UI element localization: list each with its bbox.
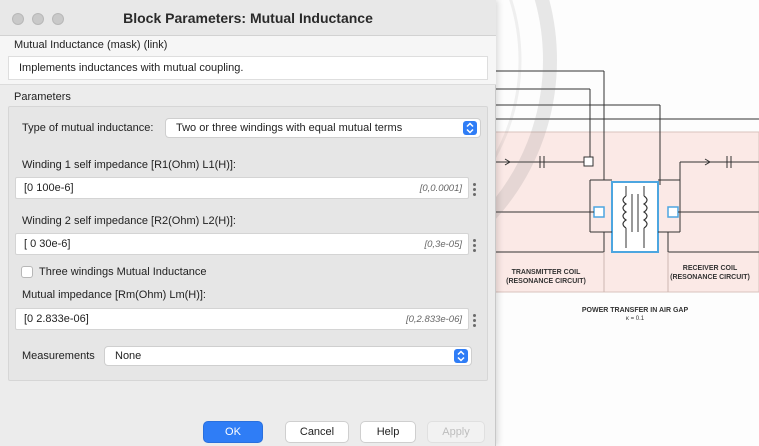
ok-button[interactable]: OK bbox=[203, 421, 263, 443]
mask-title: Mutual Inductance (mask) (link) bbox=[14, 39, 168, 51]
winding1-field[interactable]: [0 100e-6] [0,0.0001] bbox=[15, 177, 469, 199]
measurements-label: Measurements bbox=[22, 350, 95, 362]
apply-button[interactable]: Apply bbox=[427, 421, 485, 443]
type-select-value: Two or three windings with equal mutual … bbox=[176, 122, 403, 134]
help-button[interactable]: Help bbox=[360, 421, 416, 443]
winding1-label: Winding 1 self impedance [R1(Ohm) L1(H)]… bbox=[22, 159, 236, 171]
window-title: Block Parameters: Mutual Inductance bbox=[123, 10, 373, 26]
block-parameters-dialog: Block Parameters: Mutual Inductance Mutu… bbox=[0, 0, 496, 446]
winding2-more-icon[interactable] bbox=[471, 237, 479, 255]
receiver-coil-label: RECEIVER COIL (RESONANCE CIRCUIT) bbox=[670, 265, 750, 281]
mutual-range: [0,2.833e-06] bbox=[406, 314, 462, 325]
three-windings-label: Three windings Mutual Inductance bbox=[39, 266, 207, 278]
mask-description-box: Implements inductances with mutual coupl… bbox=[8, 56, 488, 80]
winding2-value: [ 0 30e-6] bbox=[24, 238, 71, 250]
type-select[interactable]: Two or three windings with equal mutual … bbox=[165, 118, 481, 138]
chevron-updown-icon bbox=[463, 121, 477, 135]
mutual-label: Mutual impedance [Rm(Ohm) Lm(H)]: bbox=[22, 289, 206, 301]
mutual-more-icon[interactable] bbox=[471, 312, 479, 330]
winding1-more-icon[interactable] bbox=[471, 181, 479, 199]
three-windings-checkbox[interactable] bbox=[21, 266, 33, 278]
mask-header: Mutual Inductance (mask) (link) Implemen… bbox=[0, 36, 496, 85]
mutual-field[interactable]: [0 2.833e-06] [0,2.833e-06] bbox=[15, 308, 469, 330]
parameters-panel: Type of mutual inductance: Two or three … bbox=[8, 106, 488, 381]
title-bar: Block Parameters: Mutual Inductance bbox=[0, 0, 496, 36]
mask-description: Implements inductances with mutual coupl… bbox=[19, 62, 244, 74]
measurements-select-value: None bbox=[115, 350, 142, 362]
measurements-select[interactable]: None bbox=[104, 346, 472, 366]
chevron-updown-icon bbox=[454, 349, 468, 363]
diagram-caption: POWER TRANSFER IN AIR GAP bbox=[581, 307, 689, 314]
parameters-heading: Parameters bbox=[14, 91, 71, 103]
winding2-range: [0,3e-05] bbox=[424, 239, 463, 250]
coupling-coefficient: κ = 0.1 bbox=[625, 316, 645, 322]
screen: TRANSMITTER COIL (RESONANCE CIRCUIT) REC… bbox=[0, 0, 759, 446]
winding2-label: Winding 2 self impedance [R2(Ohm) L2(H)]… bbox=[22, 215, 236, 227]
cancel-button[interactable]: Cancel bbox=[285, 421, 349, 443]
transmitter-coil-label: TRANSMITTER COIL (RESONANCE CIRCUIT) bbox=[506, 269, 586, 285]
winding2-field[interactable]: [ 0 30e-6] [0,3e-05] bbox=[15, 233, 469, 255]
mutual-inductance-block bbox=[611, 181, 659, 253]
winding1-value: [0 100e-6] bbox=[24, 182, 74, 194]
type-label: Type of mutual inductance: bbox=[22, 122, 154, 134]
winding1-range: [0,0.0001] bbox=[419, 183, 462, 194]
mutual-value: [0 2.833e-06] bbox=[24, 313, 89, 325]
